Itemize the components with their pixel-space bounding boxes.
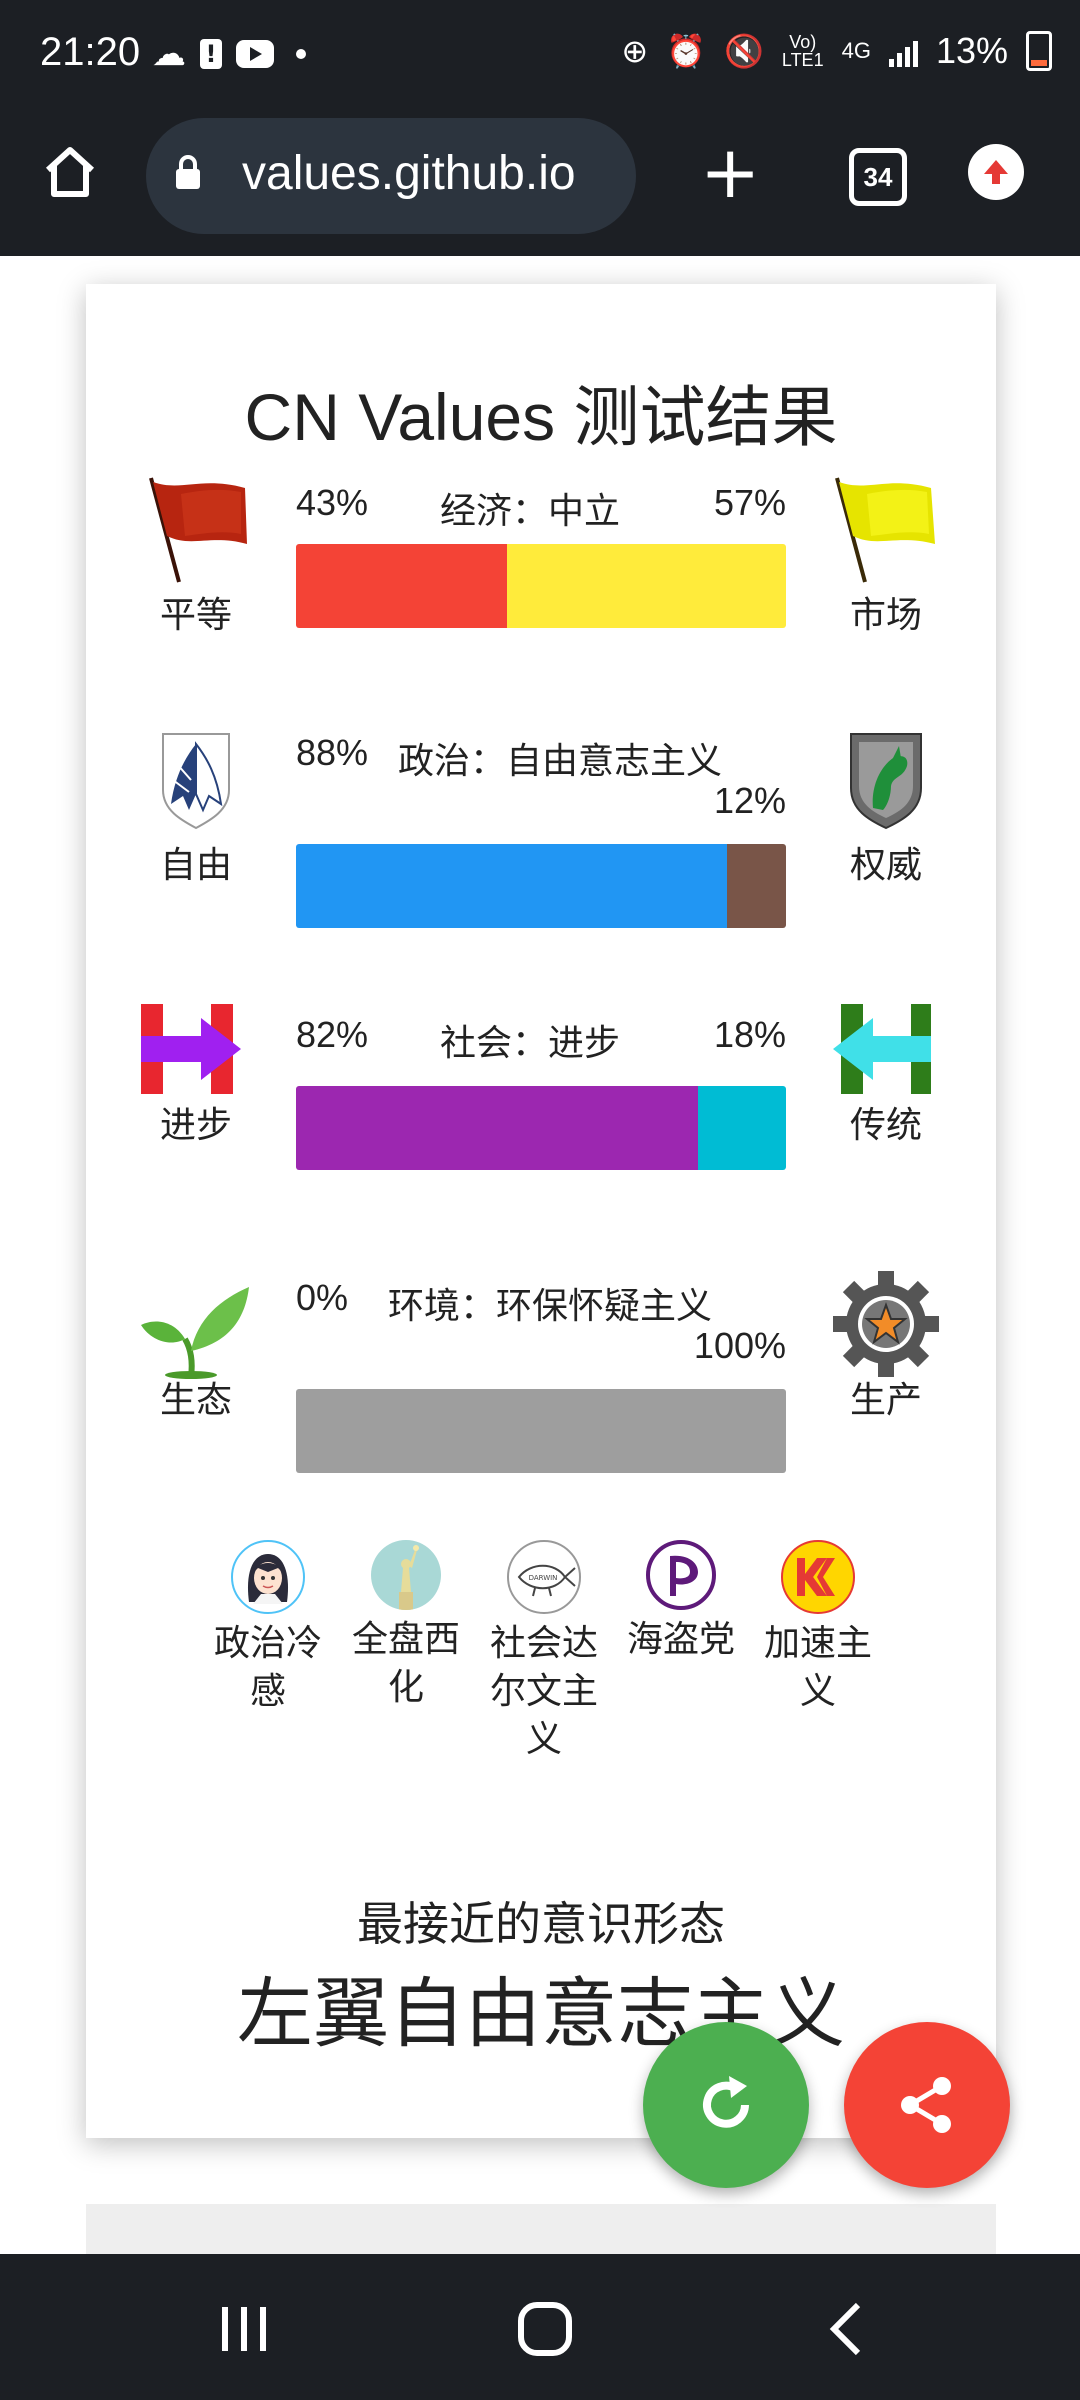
axis-left-percent: 43% [296, 482, 369, 523]
cloud-icon: ☁ [152, 34, 186, 74]
tab-switcher-button[interactable]: 34 [849, 148, 907, 206]
alarm-icon: ⏰ [666, 33, 707, 69]
axis-right-percent: 57% [713, 482, 786, 523]
axis-bar [296, 544, 786, 628]
tag-label: 政治冷感 [213, 1623, 322, 1712]
signal-icon [888, 35, 918, 67]
axis-left-percent: 88% [296, 732, 369, 773]
tag-label: 全盘西化 [351, 1619, 460, 1708]
battery-icon [1026, 31, 1052, 71]
arrow-right-h-icon [141, 1004, 251, 1094]
axis-right-percent: 12% [713, 780, 786, 821]
bar-right-segment [506, 544, 786, 628]
network-type: 4G [841, 38, 871, 63]
share-icon [901, 2077, 951, 2133]
tag-item: 海盗党 [611, 1540, 751, 1664]
tag-item: 全盘西化 [336, 1540, 476, 1712]
status-right: ⊕ ⏰ 🔇 Vo) LTE1 4G 13% [621, 30, 1052, 72]
gear-icon [831, 1269, 941, 1379]
axis-right-percent: 100% [693, 1325, 786, 1366]
bar-right-segment [727, 844, 786, 928]
closest-ideology-caption: 最接近的意识形态 [357, 1897, 725, 1951]
axis-left-percent: 0% [296, 1277, 349, 1318]
retake-button[interactable] [643, 2022, 809, 2188]
bar-left-segment [296, 844, 728, 928]
yellow-flag-icon [831, 474, 941, 584]
axis-name: 经济：中立 [440, 491, 621, 532]
horse-emblem-icon [831, 724, 941, 834]
status-left-icons: ☁ ! [152, 34, 306, 74]
anime-girl-icon [231, 1540, 305, 1614]
axis-bar [296, 1086, 786, 1170]
axis-left-label: 生态 [159, 1380, 232, 1421]
axis-left-percent: 82% [296, 1014, 369, 1055]
darwin-fish-icon: DARWIN [507, 1540, 581, 1614]
new-tab-button[interactable]: + [700, 136, 760, 208]
axis-right-label: 生产 [849, 1380, 922, 1421]
recent-apps-button[interactable] [214, 2299, 274, 2359]
system-nav-bar [0, 2254, 1080, 2400]
pirate-party-icon [646, 1540, 716, 1610]
share-button[interactable] [844, 2022, 1010, 2188]
address-bar[interactable]: values.github.io [146, 118, 636, 234]
accelerationism-icon [781, 1540, 855, 1614]
home-nav-button[interactable] [515, 2299, 575, 2359]
home-button[interactable] [40, 142, 100, 202]
arrow-left-h-icon [831, 1004, 941, 1094]
statue-of-liberty-icon [371, 1540, 441, 1610]
axis-right-percent: 18% [713, 1014, 786, 1055]
home-icon [45, 147, 95, 197]
browser-toolbar: values.github.io + 34 [0, 118, 1080, 256]
axis-name: 政治：自由意志主义 [398, 741, 723, 782]
bar-right-segment [296, 1389, 786, 1473]
sprout-icon [141, 1269, 251, 1379]
tag-item: DARWIN 社会达尔文主义 [474, 1540, 614, 1764]
tag-label: 社会达尔文主义 [489, 1623, 598, 1760]
axis-right-label: 权威 [849, 845, 922, 886]
tag-label: 海盗党 [626, 1619, 735, 1660]
page-title: CN Values 测试结果 [244, 380, 838, 454]
red-flag-icon [141, 474, 251, 584]
axis-left-label: 自由 [159, 845, 232, 886]
closest-ideology-name: 左翼自由意志主义 [237, 1969, 845, 2058]
mute-icon: 🔇 [724, 33, 764, 69]
axis-bar [296, 844, 786, 928]
home-nav-icon [518, 2302, 572, 2356]
recents-icon [222, 2307, 266, 2351]
results-card: CN Values 测试结果 平等 43% 经济：中立 57% 市场 自由 88… [86, 284, 996, 2138]
svg-text:DARWIN: DARWIN [529, 1574, 558, 1582]
dot-icon [296, 49, 306, 59]
tag-item: 政治冷感 [198, 1540, 338, 1716]
update-arrow-icon [984, 160, 1008, 184]
axis-name: 环境：环保怀疑主义 [388, 1286, 713, 1327]
url-text: values.github.io [242, 147, 576, 200]
next-card [86, 2204, 996, 2254]
data-saver-icon: ⊕ [621, 33, 649, 69]
axis-right-label: 市场 [849, 595, 922, 636]
youtube-icon [236, 40, 274, 68]
axis-left-label: 进步 [159, 1105, 232, 1146]
status-bar: 21:20 ☁ ! ⊕ ⏰ 🔇 Vo) LTE1 4G 13% [0, 0, 1080, 118]
status-time: 21:20 [40, 30, 141, 74]
lock-icon [176, 155, 200, 189]
tag-label: 加速主义 [763, 1623, 872, 1712]
axis-bar [296, 1389, 786, 1473]
alert-icon: ! [200, 39, 222, 69]
refresh-icon [703, 2076, 749, 2128]
back-button[interactable] [818, 2299, 878, 2359]
bar-left-segment [296, 544, 507, 628]
back-icon [829, 2302, 861, 2356]
axis-left-label: 平等 [159, 595, 232, 636]
axis-right-label: 传统 [849, 1105, 922, 1146]
volte-indicator: Vo) LTE1 [781, 32, 824, 70]
bar-right-segment [697, 1086, 786, 1170]
battery-percent: 13% [935, 30, 1008, 71]
tag-item: 加速主义 [748, 1540, 888, 1716]
axis-name: 社会：进步 [440, 1023, 621, 1064]
browser-update-button[interactable] [968, 144, 1024, 200]
bar-left-segment [296, 1086, 698, 1170]
wings-emblem-icon [141, 724, 251, 834]
